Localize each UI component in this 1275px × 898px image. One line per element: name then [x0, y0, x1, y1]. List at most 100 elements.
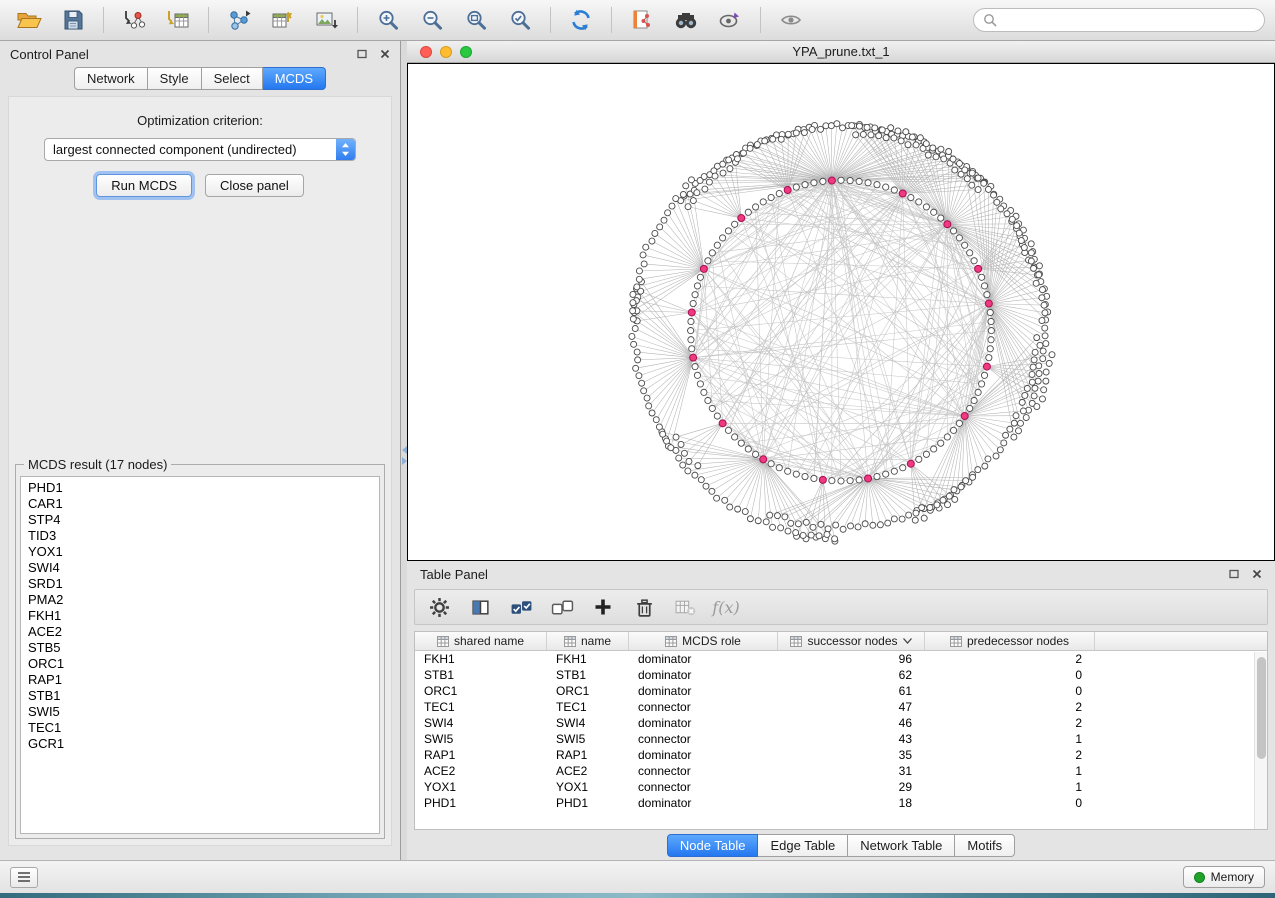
float-table-panel-icon[interactable]	[1229, 569, 1240, 579]
tab-select[interactable]: Select	[202, 67, 263, 90]
table-tab-node-table[interactable]: Node Table	[667, 834, 759, 857]
desktop-background	[0, 893, 1275, 898]
close-window-button[interactable]	[420, 46, 432, 58]
column-header-predecessor-nodes[interactable]: predecessor nodes	[925, 632, 1095, 650]
export-image-button[interactable]	[308, 4, 346, 36]
main-area: Control Panel NetworkStyleSelectMCDS Opt…	[0, 41, 1275, 860]
toggle-graphics-details-button[interactable]	[711, 4, 749, 36]
status-menu-button[interactable]	[10, 867, 38, 888]
import-network-button[interactable]	[115, 4, 153, 36]
tab-mcds[interactable]: MCDS	[263, 67, 326, 90]
mcds-result-item[interactable]: TID3	[21, 528, 379, 544]
run-mcds-button[interactable]: Run MCDS	[96, 174, 192, 197]
mcds-result-item[interactable]: RAP1	[21, 672, 379, 688]
mcds-result-item[interactable]: ORC1	[21, 656, 379, 672]
table-row[interactable]: SWI4SWI4dominator462	[415, 715, 1267, 731]
column-header-shared-name[interactable]: shared name	[415, 632, 547, 650]
mcds-result-item[interactable]: PMA2	[21, 592, 379, 608]
mcds-result-item[interactable]: ACE2	[21, 624, 379, 640]
mcds-result-list[interactable]: PHD1CAR1STP4TID3YOX1SWI4SRD1PMA2FKH1ACE2…	[20, 476, 380, 834]
delete-table-button[interactable]	[673, 595, 697, 619]
table-settings-button[interactable]	[427, 595, 451, 619]
close-table-panel-icon[interactable]	[1252, 569, 1262, 579]
table-row[interactable]: PHD1PHD1dominator180	[415, 795, 1267, 811]
table-cell: 0	[925, 684, 1095, 698]
table-cell: TEC1	[547, 700, 629, 714]
mcds-result-item[interactable]: CAR1	[21, 496, 379, 512]
zoom-in-button[interactable]	[369, 4, 407, 36]
table-cell: FKH1	[415, 652, 547, 666]
zoom-selected-button[interactable]	[501, 4, 539, 36]
table-tab-network-table[interactable]: Network Table	[848, 834, 955, 857]
close-panel-button[interactable]: Close panel	[205, 174, 304, 197]
zoom-window-button[interactable]	[460, 46, 472, 58]
table-row[interactable]: STB1STB1dominator620	[415, 667, 1267, 683]
column-header-successor-nodes[interactable]: successor nodes	[778, 632, 925, 650]
mcds-result-item[interactable]: PHD1	[21, 480, 379, 496]
show-hide-graphics-button[interactable]	[772, 4, 810, 36]
table-row[interactable]: RAP1RAP1dominator352	[415, 747, 1267, 763]
table-row[interactable]: YOX1YOX1connector291	[415, 779, 1267, 795]
table-row[interactable]: FKH1FKH1dominator962	[415, 651, 1267, 667]
table-cell: FKH1	[547, 652, 629, 666]
mcds-result-item[interactable]: STP4	[21, 512, 379, 528]
create-column-button[interactable]	[591, 595, 615, 619]
table-panel-title: Table Panel	[420, 567, 488, 582]
table-cell: dominator	[629, 652, 778, 666]
scrollbar-thumb[interactable]	[1257, 657, 1266, 759]
mcds-result-item[interactable]: FKH1	[21, 608, 379, 624]
export-table-button[interactable]	[264, 4, 302, 36]
export-image-icon	[314, 8, 340, 32]
new-network-button[interactable]	[220, 4, 258, 36]
table-cell: RAP1	[547, 748, 629, 762]
optimization-dropdown[interactable]: largest connected component (undirected)	[44, 138, 356, 161]
column-header-label: successor nodes	[807, 634, 897, 648]
mcds-result-item[interactable]: YOX1	[21, 544, 379, 560]
mcds-result-item[interactable]: SWI5	[21, 704, 379, 720]
table-row[interactable]: SWI5SWI5connector431	[415, 731, 1267, 747]
minimize-window-button[interactable]	[440, 46, 452, 58]
annotation-share-button[interactable]	[623, 4, 661, 36]
search-input[interactable]	[1003, 13, 1255, 27]
network-window-titlebar[interactable]: YPA_prune.txt_1	[407, 41, 1275, 63]
deselect-all-rows-button[interactable]	[550, 595, 574, 619]
column-header-name[interactable]: name	[547, 632, 629, 650]
mcds-result-item[interactable]: GCR1	[21, 736, 379, 752]
mcds-result-item[interactable]: STB1	[21, 688, 379, 704]
table-cell: 43	[778, 732, 925, 746]
mcds-result-item[interactable]: STB5	[21, 640, 379, 656]
table-tab-edge-table[interactable]: Edge Table	[758, 834, 848, 857]
save-session-button[interactable]	[54, 4, 92, 36]
network-canvas[interactable]	[407, 63, 1275, 561]
table-row[interactable]: ACE2ACE2connector311	[415, 763, 1267, 779]
table-cell: dominator	[629, 796, 778, 810]
close-panel-icon[interactable]	[380, 49, 390, 59]
column-handle-icon	[437, 636, 449, 647]
table-cell: connector	[629, 732, 778, 746]
column-header-MCDS-role[interactable]: MCDS role	[629, 632, 778, 650]
apply-layout-button[interactable]	[562, 4, 600, 36]
tab-style[interactable]: Style	[148, 67, 202, 90]
select-all-rows-button[interactable]	[509, 595, 533, 619]
zoom-out-button[interactable]	[413, 4, 451, 36]
zoom-fit-button[interactable]	[457, 4, 495, 36]
show-columns-button[interactable]	[468, 595, 492, 619]
float-panel-icon[interactable]	[357, 49, 368, 59]
toolbar-separator	[103, 7, 104, 33]
open-session-button[interactable]	[10, 4, 48, 36]
mcds-result-item[interactable]: SRD1	[21, 576, 379, 592]
table-cell: STB1	[415, 668, 547, 682]
mcds-result-item[interactable]: SWI4	[21, 560, 379, 576]
table-row[interactable]: TEC1TEC1connector472	[415, 699, 1267, 715]
memory-button[interactable]: Memory	[1183, 866, 1265, 888]
table-cell: 1	[925, 764, 1095, 778]
mcds-result-item[interactable]: TEC1	[21, 720, 379, 736]
function-builder-button[interactable]: f(x)	[714, 595, 738, 619]
delete-columns-button[interactable]	[632, 595, 656, 619]
table-row[interactable]: ORC1ORC1dominator610	[415, 683, 1267, 699]
find-network-button[interactable]	[667, 4, 705, 36]
table-scrollbar[interactable]	[1254, 652, 1267, 829]
table-tab-motifs[interactable]: Motifs	[955, 834, 1015, 857]
import-table-button[interactable]	[159, 4, 197, 36]
tab-network[interactable]: Network	[74, 67, 148, 90]
